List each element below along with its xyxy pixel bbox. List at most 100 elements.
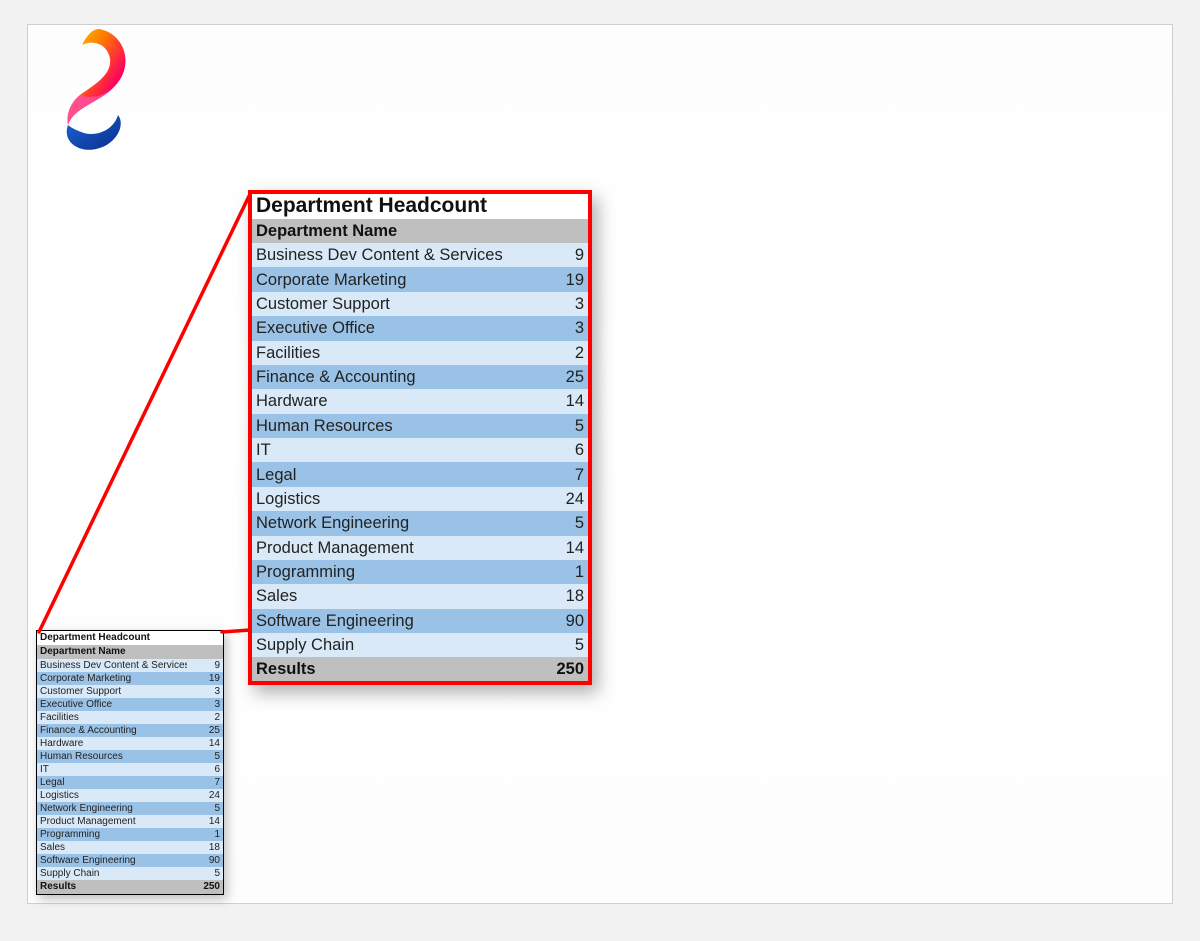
results-row: Results 250 [37, 880, 223, 894]
thumb-table: Department Headcount Department Name Bus… [37, 631, 223, 894]
dept-value: 90 [532, 609, 588, 633]
table-row: Facilities2 [252, 341, 588, 365]
table-row: Finance & Accounting25 [252, 365, 588, 389]
dept-name: Supply Chain [252, 633, 532, 657]
table-row: Supply Chain5 [37, 867, 223, 880]
table-row: Finance & Accounting25 [37, 724, 223, 737]
table-row: Product Management14 [252, 536, 588, 560]
dept-name: Facilities [252, 341, 532, 365]
dept-name: Legal [37, 776, 187, 789]
dept-name: Executive Office [252, 316, 532, 340]
table-row: Logistics24 [37, 789, 223, 802]
table-title-row: Department Headcount [37, 631, 223, 645]
table-row: Hardware14 [37, 737, 223, 750]
table-row: Legal7 [252, 462, 588, 486]
headcount-table-thumbnail: Department Headcount Department Name Bus… [36, 630, 224, 895]
brand-logo-icon [44, 25, 134, 155]
dept-name: IT [37, 763, 187, 776]
table-header-row: Department Name [37, 645, 223, 659]
dept-name: Finance & Accounting [37, 724, 187, 737]
dept-name: Network Engineering [37, 802, 187, 815]
dept-value: 18 [187, 841, 223, 854]
dept-value: 5 [187, 750, 223, 763]
dept-value: 24 [187, 789, 223, 802]
results-row: Results 250 [252, 657, 588, 681]
table-row: Hardware14 [252, 389, 588, 413]
dept-value: 14 [187, 815, 223, 828]
dept-value: 3 [532, 316, 588, 340]
table-row: Logistics24 [252, 487, 588, 511]
dept-value: 9 [187, 659, 223, 672]
dept-name: Programming [252, 560, 532, 584]
dept-value: 6 [187, 763, 223, 776]
dept-value: 5 [187, 867, 223, 880]
table-row: Facilities2 [37, 711, 223, 724]
dept-value: 14 [187, 737, 223, 750]
table-row: Business Dev Content & Services9 [252, 243, 588, 267]
dept-name: Software Engineering [37, 854, 187, 867]
guide-line-top [28, 91, 1172, 93]
table-title-row: Department Headcount [252, 194, 588, 219]
table-row: Network Engineering5 [37, 802, 223, 815]
dept-name: Business Dev Content & Services [252, 243, 532, 267]
table-row: IT6 [252, 438, 588, 462]
headcount-table-zoom: Department Headcount Department Name Bus… [248, 190, 592, 685]
dept-name: Corporate Marketing [37, 672, 187, 685]
dept-name: Business Dev Content & Services [37, 659, 187, 672]
dept-value: 9 [532, 243, 588, 267]
dept-value: 3 [187, 698, 223, 711]
dept-value: 5 [532, 633, 588, 657]
table-row: Corporate Marketing19 [252, 267, 588, 291]
dept-name: Logistics [37, 789, 187, 802]
dept-name: Finance & Accounting [252, 365, 532, 389]
dept-name: Product Management [252, 536, 532, 560]
results-total: 250 [187, 880, 223, 894]
dept-name: IT [252, 438, 532, 462]
dept-value: 7 [532, 462, 588, 486]
dept-name: Sales [252, 584, 532, 608]
dept-value: 2 [532, 341, 588, 365]
dept-value: 14 [532, 389, 588, 413]
table-row: IT6 [37, 763, 223, 776]
table-header-row: Department Name [252, 219, 588, 243]
dept-value: 7 [187, 776, 223, 789]
table-row: Legal7 [37, 776, 223, 789]
table-title: Department Headcount [252, 194, 532, 219]
dept-value: 2 [187, 711, 223, 724]
results-label: Results [37, 880, 187, 894]
dept-name: Programming [37, 828, 187, 841]
table-header-label: Department Name [252, 219, 588, 243]
dept-name: Network Engineering [252, 511, 532, 535]
dept-name: Human Resources [37, 750, 187, 763]
zoom-table: Department Headcount Department Name Bus… [252, 194, 588, 681]
table-row: Sales18 [252, 584, 588, 608]
dept-name: Hardware [37, 737, 187, 750]
dept-name: Human Resources [252, 414, 532, 438]
table-row: Human Resources5 [37, 750, 223, 763]
table-row: Network Engineering5 [252, 511, 588, 535]
dept-value: 19 [187, 672, 223, 685]
table-row: Software Engineering90 [37, 854, 223, 867]
dept-value: 90 [187, 854, 223, 867]
table-row: Programming1 [252, 560, 588, 584]
dept-name: Hardware [252, 389, 532, 413]
dept-value: 5 [187, 802, 223, 815]
table-header-label: Department Name [37, 645, 223, 659]
dept-value: 24 [532, 487, 588, 511]
table-row: Human Resources5 [252, 414, 588, 438]
table-row: Customer Support3 [37, 685, 223, 698]
dept-value: 3 [532, 292, 588, 316]
table-row: Sales18 [37, 841, 223, 854]
dept-name: Customer Support [252, 292, 532, 316]
table-row: Corporate Marketing19 [37, 672, 223, 685]
table-row: Executive Office3 [252, 316, 588, 340]
dept-name: Logistics [252, 487, 532, 511]
dept-name: Product Management [37, 815, 187, 828]
dept-name: Executive Office [37, 698, 187, 711]
dept-value: 1 [187, 828, 223, 841]
dept-value: 25 [187, 724, 223, 737]
dept-name: Sales [37, 841, 187, 854]
table-title: Department Headcount [37, 631, 187, 645]
table-row: Customer Support3 [252, 292, 588, 316]
dept-name: Supply Chain [37, 867, 187, 880]
